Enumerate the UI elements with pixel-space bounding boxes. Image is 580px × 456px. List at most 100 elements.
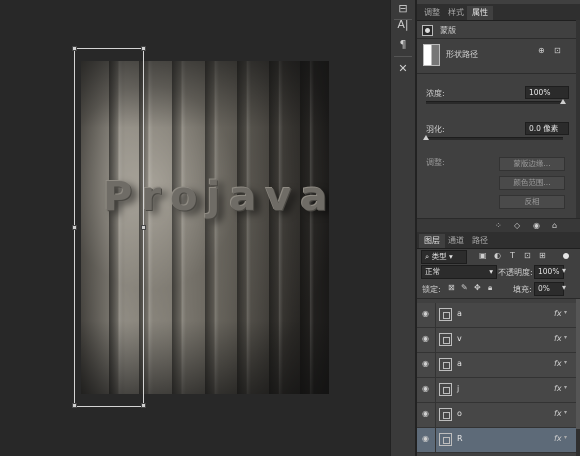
layer-row[interactable]: ◉ o fx ▾ <box>417 403 576 428</box>
layer-row[interactable]: ◉ v fx ▾ <box>417 328 576 353</box>
feather-field[interactable]: 0.0 像素 <box>525 122 569 135</box>
paragraph-icon[interactable]: ¶ <box>393 36 413 54</box>
layer-name[interactable]: a <box>457 309 462 318</box>
filter-shape-icon[interactable]: ⊡ <box>524 250 531 262</box>
layer-name[interactable]: o <box>457 409 462 418</box>
lock-label: 锁定: <box>422 285 441 294</box>
lock-move-icon[interactable]: ✥ <box>474 282 481 294</box>
filter-type-icon[interactable]: T <box>510 250 515 262</box>
mask-edge-button[interactable]: 蒙版边缘... <box>499 157 565 171</box>
fx-icon[interactable]: fx <box>554 384 562 393</box>
transform-handle[interactable] <box>72 403 77 408</box>
layer-row[interactable]: ◉ a fx ▾ <box>417 353 576 378</box>
invert-button[interactable]: 反相 <box>499 195 565 209</box>
layer-row[interactable]: ◉ j fx ▾ <box>417 378 576 403</box>
tab-adjustments[interactable]: 调整 <box>419 6 445 20</box>
shape-layer-thumbnail-icon <box>439 333 452 346</box>
select-pixel-mask-icon[interactable]: ⊕ <box>538 45 545 57</box>
fx-icon[interactable]: fx <box>554 359 562 368</box>
layer-row[interactable]: ◉ a fx ▾ <box>417 303 576 328</box>
filter-pixel-icon[interactable]: ▣ <box>479 250 487 262</box>
properties-scrollbar[interactable] <box>576 20 580 218</box>
eye-icon[interactable]: ◉ <box>422 360 432 368</box>
density-slider-thumb[interactable] <box>560 99 566 104</box>
chevron-down-icon[interactable]: ▾ <box>564 334 567 341</box>
transform-handle[interactable] <box>141 225 146 230</box>
transform-handle[interactable] <box>72 46 77 51</box>
blend-mode-value: 正常 <box>425 267 440 276</box>
transform-handle[interactable] <box>141 403 146 408</box>
properties-footer: ⁘ ◇ ◉ ⌂ <box>417 218 580 233</box>
layer-name[interactable]: j <box>457 384 459 393</box>
layers-scrollbar-thumb[interactable] <box>576 299 580 429</box>
transform-handle[interactable] <box>72 225 77 230</box>
color-range-button[interactable]: 颜色范围... <box>499 176 565 190</box>
load-selection-icon[interactable]: ⁘ <box>495 220 502 232</box>
mask-icon <box>422 25 433 36</box>
divider <box>417 38 576 39</box>
feather-slider[interactable] <box>426 137 563 140</box>
tab-layers[interactable]: 图层 <box>419 234 445 248</box>
tab-properties[interactable]: 属性 <box>467 6 493 20</box>
fx-icon[interactable]: fx <box>554 334 562 343</box>
eye-icon[interactable]: ◉ <box>422 310 432 318</box>
filter-smart-icon[interactable]: ⊞ <box>539 250 546 262</box>
lock-transparent-icon[interactable]: ⊠ <box>448 282 455 294</box>
fill-label: 填充: <box>513 285 532 294</box>
chevron-down-icon[interactable]: ▾ <box>562 282 566 294</box>
eye-icon[interactable]: ◉ <box>422 435 432 443</box>
chevron-down-icon: ▾ <box>489 267 493 276</box>
properties-tabbar: 调整 样式 属性 <box>417 4 580 21</box>
layer-row[interactable]: ◉ R fx ▾ <box>417 428 576 453</box>
select-vector-mask-icon[interactable]: ⊡ <box>554 45 561 57</box>
tab-paths[interactable]: 路径 <box>467 234 493 248</box>
tab-channels[interactable]: 通道 <box>443 234 469 248</box>
shape-layer-thumbnail-icon <box>439 308 452 321</box>
eye-icon[interactable]: ◉ <box>422 410 432 418</box>
eye-icon[interactable]: ◉ <box>422 335 432 343</box>
shape-layer-thumbnail-icon <box>439 433 452 446</box>
feather-label: 羽化: <box>426 125 445 134</box>
chevron-down-icon[interactable]: ▾ <box>562 265 566 277</box>
eye-icon[interactable]: ◉ <box>422 385 432 393</box>
fill-field[interactable]: 0% <box>534 282 564 296</box>
delete-icon[interactable]: ⌂ <box>552 220 557 232</box>
blend-mode-dropdown[interactable]: 正常 ▾ <box>421 265 497 279</box>
chevron-down-icon[interactable]: ▾ <box>564 309 567 316</box>
lock-all-icon[interactable]: 🔒︎ <box>488 282 492 294</box>
fx-icon[interactable]: fx <box>554 409 562 418</box>
chevron-down-icon[interactable]: ▾ <box>564 359 567 366</box>
layers-scrollbar[interactable] <box>576 299 580 456</box>
shape-layer-thumbnail-icon <box>439 408 452 421</box>
density-slider[interactable] <box>426 101 563 104</box>
fx-icon[interactable]: fx <box>554 309 562 318</box>
layer-name[interactable]: R <box>457 434 463 443</box>
opacity-field[interactable]: 100% <box>534 265 564 279</box>
transform-tools-icon[interactable]: ✕ <box>393 60 413 78</box>
filter-toggle-icon[interactable] <box>563 253 569 259</box>
feather-slider-thumb[interactable] <box>423 135 429 140</box>
apply-mask-icon[interactable]: ◇ <box>514 220 520 232</box>
density-label: 浓度: <box>426 89 445 98</box>
mask-type-label: 形状路径 <box>446 50 478 59</box>
visibility-icon[interactable]: ◉ <box>533 220 540 232</box>
transform-handle[interactable] <box>141 46 146 51</box>
fx-icon[interactable]: fx <box>554 434 562 443</box>
layer-list: ◉ a fx ▾ ◉ v fx ▾ ◉ a fx ▾ ◉ j fx ▾ ◉ o fx ▾ <box>417 299 580 456</box>
lock-paint-icon[interactable]: ✎ <box>461 282 468 294</box>
tab-styles[interactable]: 样式 <box>443 6 469 20</box>
chevron-down-icon[interactable]: ▾ <box>564 409 567 416</box>
layer-name[interactable]: a <box>457 359 462 368</box>
layers-tabbar: 图层 通道 路径 <box>417 232 580 249</box>
transform-bounding-box[interactable] <box>72 46 146 408</box>
density-field[interactable]: 100% <box>525 86 569 99</box>
layer-filter-dropdown[interactable]: ⌕ 类型 ▾ <box>421 250 467 264</box>
chevron-down-icon: ▾ <box>448 252 453 261</box>
layer-name[interactable]: v <box>457 334 462 343</box>
filter-adjust-icon[interactable]: ◐ <box>494 250 501 262</box>
character-icon[interactable]: A| <box>393 16 413 34</box>
canvas-letter: v <box>265 174 301 220</box>
chevron-down-icon[interactable]: ▾ <box>564 384 567 391</box>
layers-panel: 图层 通道 路径 ⌕ 类型 ▾ ▣ ◐ T ⊡ ⊞ 正常 ▾ 不透明度: 100… <box>416 232 580 456</box>
chevron-down-icon[interactable]: ▾ <box>564 434 567 441</box>
